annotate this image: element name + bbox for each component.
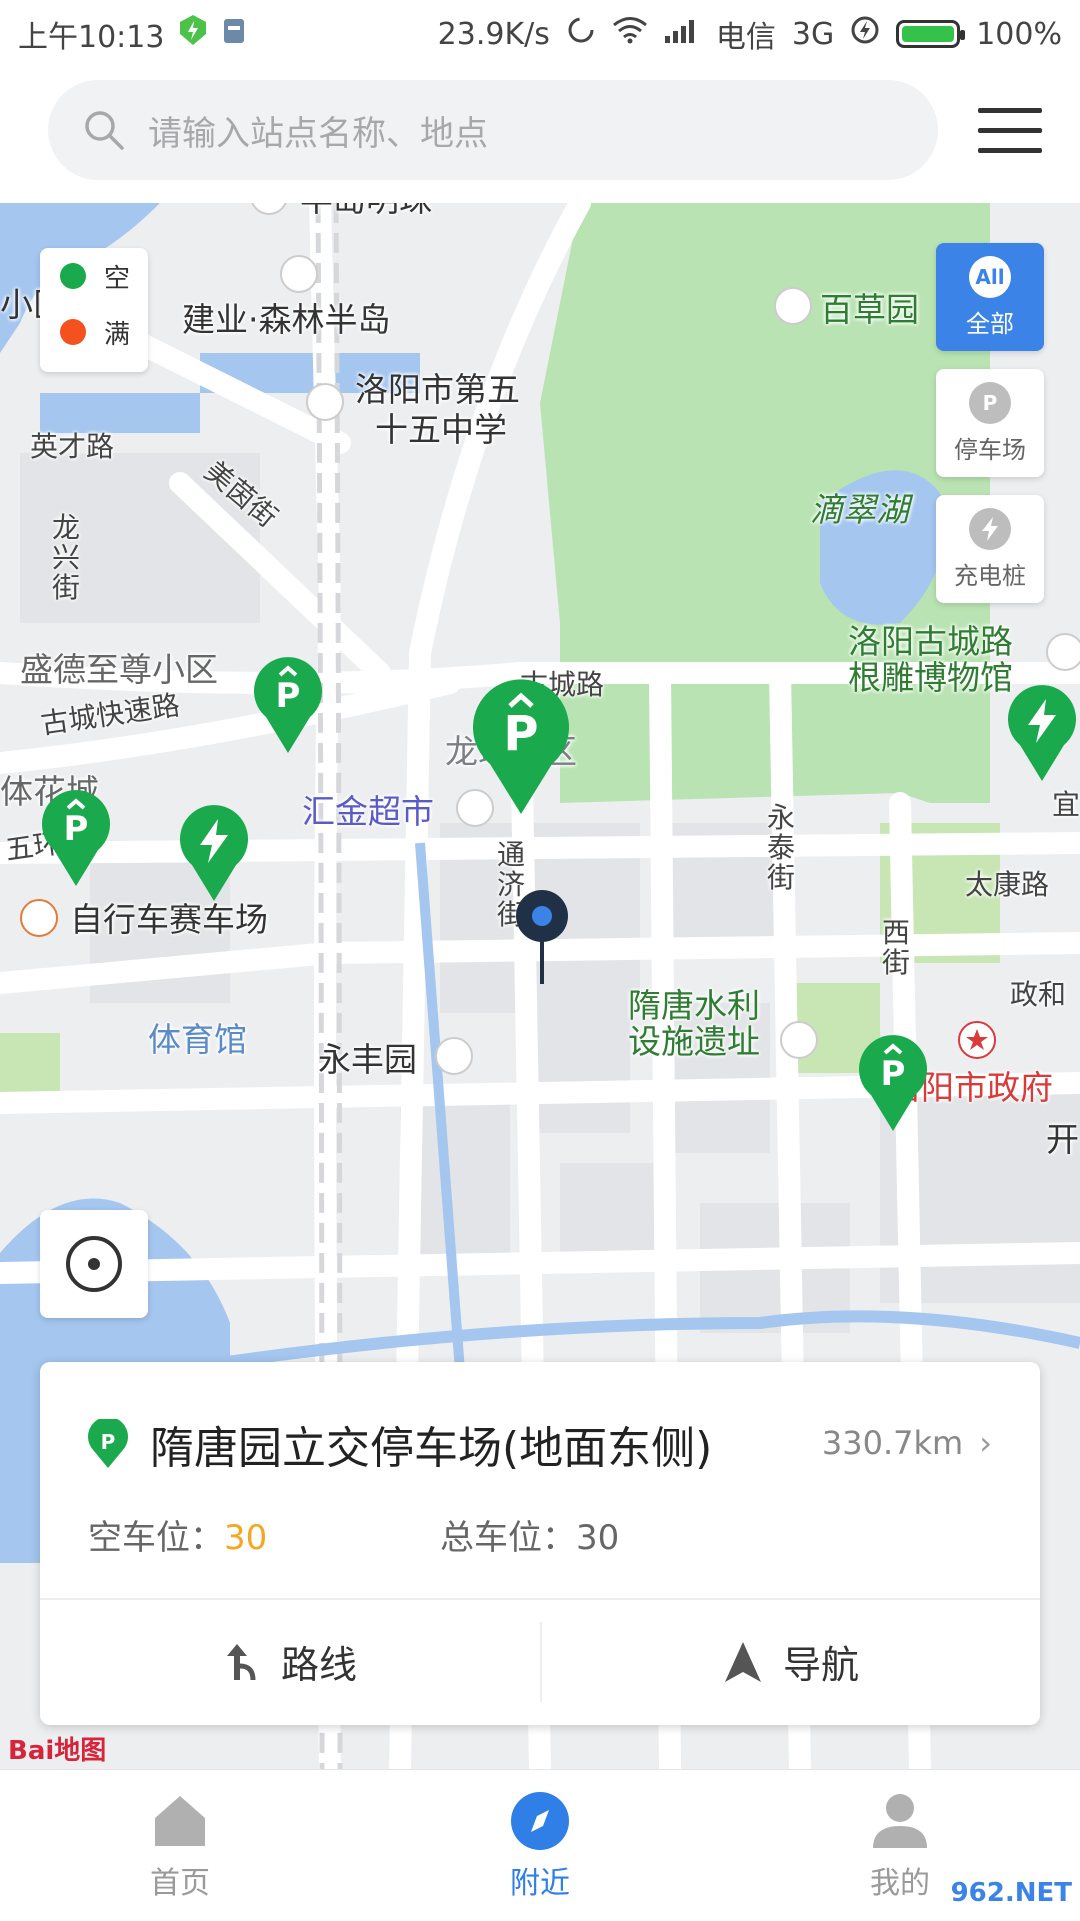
parking-marker[interactable]: P	[38, 788, 114, 892]
map-label-peninsula-pearl: 半岛明珠	[300, 203, 432, 221]
all-icon: All	[969, 255, 1011, 298]
parking-marker[interactable]: P	[855, 1033, 931, 1137]
map-label-yingcai-road: 英才路	[30, 430, 115, 463]
map-label-baicao: 百草园	[820, 290, 919, 329]
search-icon	[85, 111, 124, 150]
filter-parking-button[interactable]: P 停车场	[936, 369, 1044, 477]
filter-panel: All 全部 P 停车场 充电桩	[936, 243, 1044, 621]
filter-all-button[interactable]: All 全部	[936, 243, 1044, 351]
map-label-dicui-lake: 滴翠湖	[810, 490, 909, 529]
map-label-xi-street: 西街	[882, 916, 911, 979]
search-input[interactable]: 请输入站点名称、地点	[148, 106, 488, 155]
menu-icon[interactable]	[978, 108, 1042, 156]
charging-marker[interactable]	[176, 803, 252, 907]
legend: 空 满	[40, 248, 148, 372]
battery-percent: 100%	[976, 16, 1062, 52]
legend-empty: 空	[40, 248, 148, 304]
svg-text:P: P	[101, 1430, 116, 1454]
station-distance[interactable]: 330.7km ›	[822, 1424, 992, 1462]
route-button[interactable]: 路线	[40, 1598, 540, 1725]
network-type: 3G	[791, 16, 835, 52]
locate-button[interactable]	[40, 1210, 148, 1318]
map-label-yi: 宜	[1052, 788, 1080, 821]
parking-marker-selected[interactable]: P	[468, 678, 574, 820]
shield-icon	[178, 14, 208, 54]
carrier-name: 电信	[715, 20, 776, 55]
current-location-marker	[514, 888, 570, 992]
poi-venue-icon	[20, 899, 58, 937]
navigate-button[interactable]: 导航	[540, 1598, 1040, 1725]
map-label-jianye: 建业·森林半岛	[182, 300, 391, 339]
map-label-huijin: 汇金超市	[302, 792, 434, 831]
watermark: 962.NET	[950, 1878, 1072, 1908]
status-bar: 上午10:13 23.9K/s 电信 3G 100%	[0, 0, 1080, 62]
charging-marker[interactable]	[1004, 683, 1080, 787]
poi-museum-icon	[1046, 633, 1080, 671]
compass-icon	[511, 1791, 569, 1850]
tab-bar: 首页 附近 我的	[0, 1769, 1080, 1921]
map-label-school-2: 十五中学	[375, 410, 507, 449]
map-label-yufeng: 永丰园	[318, 1040, 417, 1079]
poi-park-icon	[774, 287, 812, 325]
charging-icon	[969, 507, 1011, 550]
map-label-zhenghe: 政和	[1010, 978, 1067, 1011]
total-spaces: 总车位：30	[440, 1518, 620, 1558]
user-icon	[873, 1793, 927, 1848]
home-icon	[155, 1795, 205, 1846]
navigate-icon	[724, 1641, 761, 1682]
parking-icon: P	[88, 1419, 128, 1468]
legend-full: 满	[40, 304, 148, 360]
map-label-museum-2: 根雕博物馆	[848, 658, 1013, 697]
poi-school-icon	[306, 383, 344, 421]
tab-home[interactable]: 首页	[90, 1770, 270, 1921]
network-speed: 23.9K/s	[437, 16, 550, 52]
battery-icon	[896, 20, 966, 48]
sync-icon	[566, 15, 596, 53]
station-name: 隋唐园立交停车场(地面东侧)	[150, 1423, 713, 1474]
tab-nearby[interactable]: 附近	[450, 1770, 630, 1921]
map-label-suitang-2: 设施遗址	[628, 1022, 760, 1061]
map-label-stadium: 体育馆	[148, 1020, 247, 1059]
parking-icon: P	[969, 381, 1011, 424]
svg-text:P: P	[881, 1054, 906, 1094]
poi-museum-icon	[780, 1021, 818, 1059]
baidu-logo: Bai地图	[8, 1736, 107, 1766]
charging-status-icon	[850, 15, 880, 53]
map-label-yongtai-street: 永泰街	[767, 801, 796, 894]
svg-text:P: P	[64, 809, 89, 849]
sim-icon	[222, 17, 246, 52]
filter-charging-button[interactable]: 充电桩	[936, 495, 1044, 603]
svg-text:P: P	[276, 676, 301, 716]
map-label-taikang-road: 太康路	[965, 868, 1050, 901]
wifi-icon	[612, 16, 648, 52]
signal-icon	[664, 16, 700, 52]
status-time: 上午10:13	[18, 20, 165, 55]
poi-building-icon	[280, 255, 318, 293]
empty-spaces: 空车位：30	[88, 1518, 268, 1558]
chevron-right-icon: ›	[979, 1424, 992, 1462]
svg-text:P: P	[503, 706, 538, 762]
route-icon	[226, 1643, 256, 1680]
search-bar[interactable]: 请输入站点名称、地点	[48, 80, 938, 180]
parking-marker[interactable]: P	[250, 655, 326, 759]
poi-building-icon	[435, 1037, 473, 1075]
gov-star-icon	[958, 1021, 996, 1059]
map-label-longxing-street: 龙兴街	[52, 511, 81, 604]
map-label-kai: 开	[1046, 1120, 1079, 1159]
map-label-shengde: 盛德至尊小区	[20, 650, 218, 689]
station-card[interactable]: P 隋唐园立交停车场(地面东侧) 330.7km › 空车位：30 总车位：30 …	[40, 1362, 1040, 1725]
locate-icon	[66, 1236, 122, 1292]
